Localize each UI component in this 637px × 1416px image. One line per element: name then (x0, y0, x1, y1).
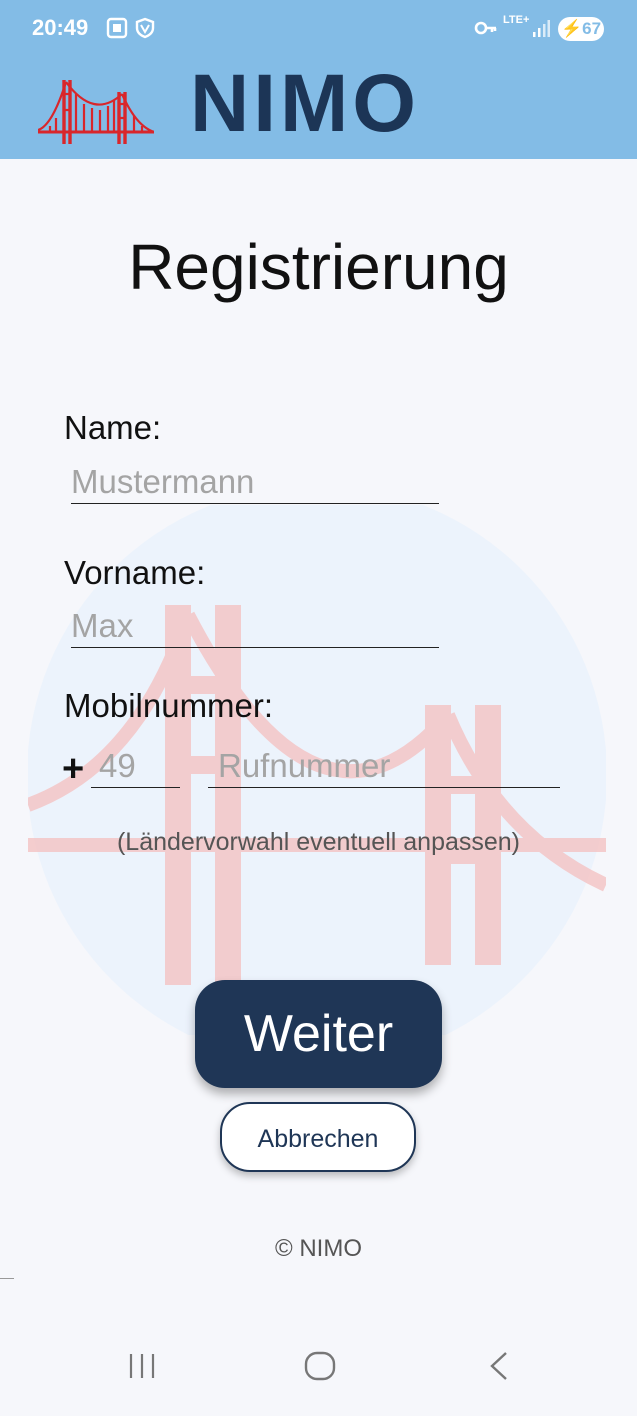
screenshot-icon (106, 17, 128, 44)
country-prefix: + (62, 748, 85, 790)
recent-apps-icon[interactable] (127, 1350, 157, 1387)
system-nav-bar (0, 1330, 637, 1416)
mobile-label: Mobilnummer: (64, 687, 274, 724)
copyright-text: © NIMO (274, 1235, 362, 1262)
phone-number-input[interactable]: Rufnummer (208, 744, 560, 788)
cancel-button[interactable]: Abbrechen (220, 1102, 416, 1172)
name-label: Name: (64, 409, 162, 446)
battery-charging-icon: ⚡ (560, 19, 583, 38)
bridge-logo-icon (37, 74, 155, 151)
country-code-input[interactable]: 49 (91, 744, 180, 788)
status-bar: 20:49 LTE+ ⚡67 (0, 0, 637, 58)
key-icon (474, 17, 498, 44)
page-title: Registrierung (128, 231, 509, 303)
next-button[interactable]: Weiter (195, 980, 442, 1088)
country-code-hint: (Ländervorwahl eventuell anpassen) (116, 828, 521, 856)
firstname-label: Vorname: (64, 554, 206, 591)
name-input[interactable]: Mustermann (71, 460, 439, 504)
network-type: LTE+ (503, 14, 530, 26)
app-header: 20:49 LTE+ ⚡67 NIMO (0, 0, 637, 159)
divider (0, 1278, 14, 1279)
firstname-input[interactable]: Max (71, 604, 439, 648)
vpn-shield-icon (134, 17, 156, 44)
back-icon[interactable] (484, 1350, 514, 1387)
battery-level: 67 (582, 19, 602, 38)
status-time: 20:49 (32, 15, 89, 40)
home-icon[interactable] (303, 1350, 337, 1387)
app-logo-text: NIMO (190, 58, 421, 149)
battery-indicator: ⚡67 (558, 17, 604, 41)
signal-icon (532, 17, 550, 44)
